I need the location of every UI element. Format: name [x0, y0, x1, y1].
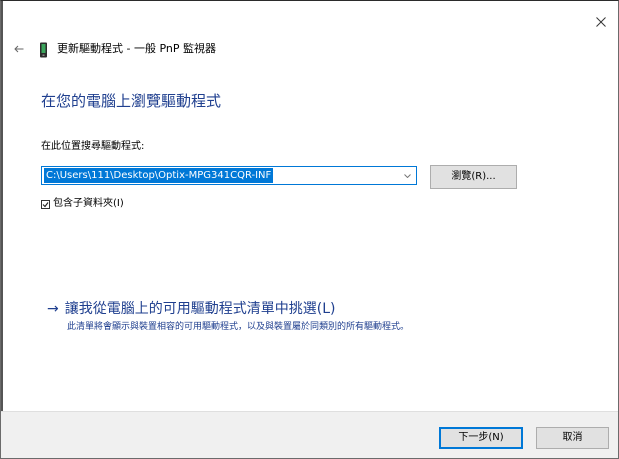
- include-subfolders-checkbox[interactable]: 包含子資料夾(I): [41, 197, 124, 211]
- driver-path-combobox[interactable]: C:\Users\111\Desktop\Optix-MPG341CQR-INF: [41, 166, 417, 185]
- search-location-label: 在此位置搜尋驅動程式:: [41, 141, 145, 152]
- page-title: 在您的電腦上瀏覽驅動程式: [41, 92, 222, 110]
- cancel-button[interactable]: 取消: [536, 427, 609, 449]
- back-arrow-icon: [14, 45, 24, 53]
- browse-button[interactable]: 瀏覽(R)...: [430, 165, 517, 189]
- update-driver-dialog: 更新驅動程式 - 一般 PnP 監視器 在您的電腦上瀏覽驅動程式 在此位置搜尋驅…: [0, 0, 619, 459]
- monitor-device-icon: [40, 42, 47, 58]
- driver-path-value: C:\Users\111\Desktop\Optix-MPG341CQR-INF: [44, 168, 274, 183]
- window-left-edge: [1, 1, 3, 458]
- pick-from-list-description: 此清單將會顯示與裝置相容的可用驅動程式，以及與裝置屬於同類別的所有驅動程式。: [67, 322, 410, 332]
- back-button[interactable]: [11, 41, 27, 57]
- right-arrow-icon: →: [47, 301, 59, 317]
- pick-from-list-link[interactable]: → 讓我從電腦上的可用驅動程式清單中挑選(L): [47, 299, 335, 319]
- dialog-footer: 下一步(N) 取消: [1, 411, 618, 458]
- path-dropdown-button[interactable]: [401, 169, 413, 182]
- checkmark-icon: [42, 201, 49, 207]
- checkbox-box[interactable]: [41, 199, 50, 209]
- include-subfolders-label: 包含子資料夾(I): [53, 198, 124, 209]
- chevron-down-icon: [403, 173, 411, 178]
- close-button[interactable]: [590, 11, 612, 33]
- close-icon: [596, 17, 606, 27]
- next-button[interactable]: 下一步(N): [439, 427, 523, 449]
- window-title: 更新驅動程式 - 一般 PnP 監視器: [57, 42, 216, 55]
- pick-from-list-label: 讓我從電腦上的可用驅動程式清單中挑選(L): [64, 301, 336, 317]
